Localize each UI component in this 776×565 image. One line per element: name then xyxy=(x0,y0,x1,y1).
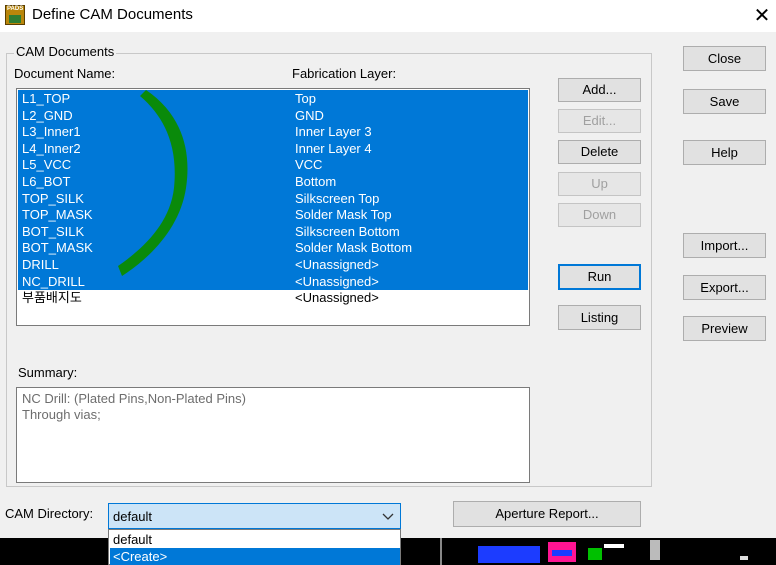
background-pcb-view xyxy=(0,538,776,565)
document-name: L3_Inner1 xyxy=(22,124,81,140)
summary-text: NC Drill: (Plated Pins,Non-Plated Pins) … xyxy=(16,387,530,483)
edit-button[interactable]: Edit... xyxy=(558,109,641,133)
fabrication-layer: Inner Layer 4 xyxy=(295,140,372,156)
document-row[interactable]: L5_VCC VCC xyxy=(18,156,528,174)
window-title: Define CAM Documents xyxy=(32,6,193,23)
document-row[interactable]: L4_Inner2 Inner Layer 4 xyxy=(18,139,528,157)
title-bar: PADS Define CAM Documents ✕ xyxy=(0,0,776,32)
document-name: L2_GND xyxy=(22,107,73,123)
fabrication-layer: <Unassigned> xyxy=(295,273,379,289)
cam-documents-group-label: CAM Documents xyxy=(14,44,117,59)
document-row[interactable]: L6_BOT Bottom xyxy=(18,173,528,190)
add-button[interactable]: Add... xyxy=(558,78,641,102)
document-name: L4_Inner2 xyxy=(22,140,81,156)
summary-line: NC Drill: (Plated Pins,Non-Plated Pins) xyxy=(22,391,246,406)
close-button[interactable]: Close xyxy=(683,46,766,71)
fabrication-layer: Solder Mask Bottom xyxy=(295,240,413,256)
document-name: TOP_SILK xyxy=(22,190,84,206)
fabrication-layer: <Unassigned> xyxy=(295,290,379,306)
import-button[interactable]: Import... xyxy=(683,233,766,258)
document-row[interactable]: TOP_SILK Silkscreen Top xyxy=(18,189,528,207)
document-name: NC_DRILL xyxy=(22,273,85,289)
document-name: L6_BOT xyxy=(22,174,71,189)
help-button[interactable]: Help xyxy=(683,140,766,165)
document-name: BOT_SILK xyxy=(22,223,85,239)
document-row[interactable]: L1_TOP Top xyxy=(18,90,528,107)
cam-directory-value: default xyxy=(113,509,153,524)
document-name-header: Document Name: xyxy=(14,66,116,81)
save-button[interactable]: Save xyxy=(683,89,766,114)
document-name: 부품배지도 xyxy=(22,290,82,306)
fabrication-layer: Solder Mask Top xyxy=(295,207,392,223)
document-row[interactable]: 부품배지도 <Unassigned> xyxy=(18,289,528,306)
preview-button[interactable]: Preview xyxy=(683,316,766,341)
fabrication-layer: Inner Layer 3 xyxy=(295,124,372,140)
fabrication-layer-header: Fabrication Layer: xyxy=(292,66,397,81)
fabrication-layer: Silkscreen Bottom xyxy=(295,223,400,239)
run-button[interactable]: Run xyxy=(558,264,641,290)
aperture-report-button[interactable]: Aperture Report... xyxy=(453,501,641,527)
document-row[interactable]: BOT_SILK Silkscreen Bottom xyxy=(18,222,528,240)
document-row[interactable]: L3_Inner1 Inner Layer 3 xyxy=(18,123,528,141)
export-button[interactable]: Export... xyxy=(683,275,766,300)
down-button[interactable]: Down xyxy=(558,203,641,227)
document-name: DRILL xyxy=(22,257,59,272)
summary-label: Summary: xyxy=(18,365,78,380)
listing-button[interactable]: Listing xyxy=(558,305,641,330)
document-name: BOT_MASK xyxy=(22,240,93,256)
fabrication-layer: <Unassigned> xyxy=(295,257,379,272)
document-name: TOP_MASK xyxy=(22,207,93,223)
document-row[interactable]: NC_DRILL <Unassigned> xyxy=(18,272,528,290)
up-button[interactable]: Up xyxy=(558,172,641,196)
document-row[interactable]: BOT_MASK Solder Mask Bottom xyxy=(18,239,528,257)
summary-line: Through vias; xyxy=(22,407,101,422)
document-name: L5_VCC xyxy=(22,157,72,173)
fabrication-layer: Bottom xyxy=(295,174,337,189)
fabrication-layer: Top xyxy=(295,91,316,106)
document-row[interactable]: L2_GND GND xyxy=(18,106,528,124)
pads-app-icon: PADS xyxy=(5,5,25,25)
delete-button[interactable]: Delete xyxy=(558,140,641,164)
chevron-down-icon xyxy=(382,513,394,520)
close-icon[interactable]: ✕ xyxy=(748,2,776,30)
fabrication-layer: VCC xyxy=(295,157,323,173)
fabrication-layer: GND xyxy=(295,107,324,123)
cam-directory-select[interactable]: default xyxy=(108,503,401,529)
cam-directory-label: CAM Directory: xyxy=(5,506,94,521)
fabrication-layer: Silkscreen Top xyxy=(295,190,380,206)
document-name: L1_TOP xyxy=(22,91,71,106)
cam-document-list[interactable]: L1_TOP Top L2_GND GND L3_Inner1 Inner Layer 3… xyxy=(16,88,530,326)
document-row[interactable]: DRILL <Unassigned> xyxy=(18,256,528,273)
document-row[interactable]: TOP_MASK Solder Mask Top xyxy=(18,206,528,224)
